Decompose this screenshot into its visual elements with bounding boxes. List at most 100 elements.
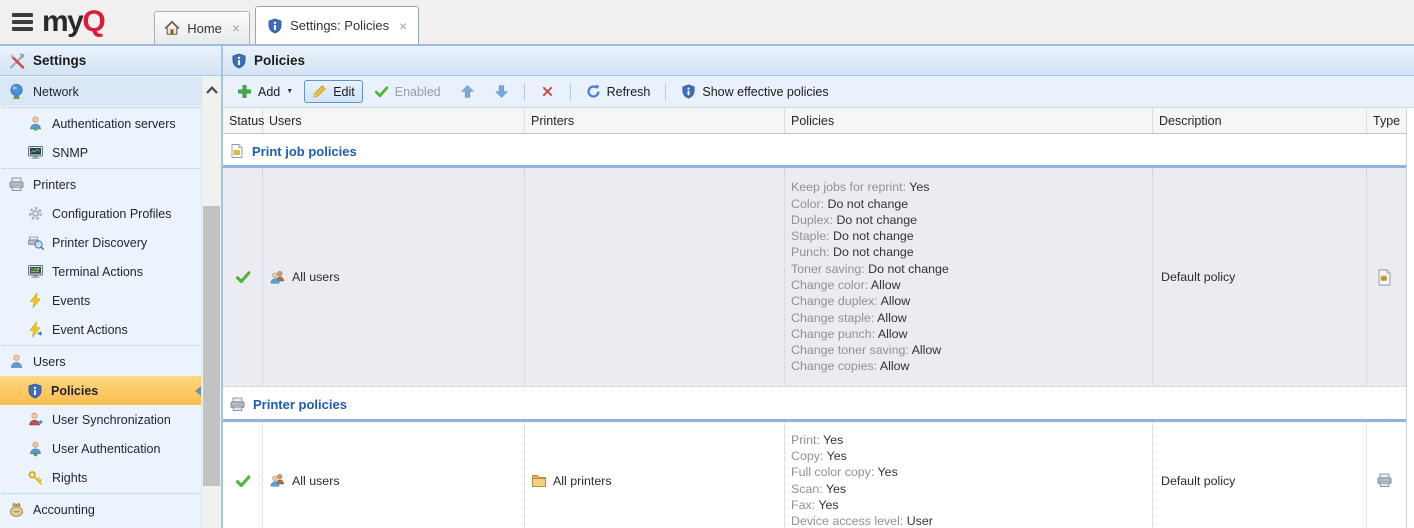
group-header-print-job-policies[interactable]: Print job policies — [223, 134, 1406, 165]
sidebar-item-printers[interactable]: Printers — [0, 170, 201, 199]
show-effective-policies-button[interactable]: Show effective policies — [673, 80, 836, 103]
users-value: All users — [292, 474, 340, 488]
sidebar-item-event-actions[interactable]: Event Actions — [0, 315, 201, 344]
policy-value: Yes — [823, 433, 843, 447]
sidebar-item-user-synchronization[interactable]: User Synchronization — [0, 405, 201, 434]
enabled-check-icon — [235, 473, 251, 489]
enabled-button[interactable]: Enabled — [366, 80, 449, 103]
policy-label: Keep jobs for reprint: — [791, 180, 906, 194]
group-header-printer-policies[interactable]: Printer policies — [223, 387, 1406, 419]
toolbar-separator — [665, 83, 666, 101]
printers-cell: All printers — [525, 422, 785, 528]
pencil-icon — [312, 84, 327, 99]
shield-icon — [267, 18, 283, 34]
edit-button[interactable]: Edit — [304, 80, 363, 103]
users-group-icon — [269, 472, 286, 489]
sidebar-item-user-authentication[interactable]: User Authentication — [0, 434, 201, 463]
add-button[interactable]: Add ▼ — [229, 80, 301, 103]
arrow-up-icon — [460, 84, 475, 99]
policy-label: Print: — [791, 433, 820, 447]
refresh-icon — [586, 84, 601, 99]
printer-search-icon — [27, 234, 44, 251]
sidebar-item-snmp[interactable]: SNMP — [0, 138, 201, 167]
sidebar-item-policies[interactable]: Policies — [0, 376, 201, 405]
gear-icon — [27, 205, 44, 222]
policy-value: User — [907, 514, 933, 528]
plus-icon — [237, 84, 252, 99]
policy-row-printer-default[interactable]: All users All printers Print: Yes Copy: … — [223, 422, 1406, 528]
policy-label: Change copies: — [791, 359, 877, 373]
sidebar-item-events[interactable]: Events — [0, 286, 201, 315]
sidebar-item-configuration-profiles[interactable]: Configuration Profiles — [0, 199, 201, 228]
key-icon — [27, 469, 44, 486]
sidebar-item-label: Events — [52, 294, 90, 308]
policies-table: Status Users Printers Policies Descripti… — [223, 108, 1407, 528]
column-header-status[interactable]: Status — [223, 108, 263, 133]
money-bag-icon — [8, 501, 25, 518]
column-header-type[interactable]: Type — [1367, 108, 1401, 133]
column-header-printers[interactable]: Printers — [525, 108, 785, 133]
panel-title: Policies — [254, 53, 305, 68]
myq-logo[interactable]: myQ — [42, 7, 104, 37]
description-value: Default policy — [1161, 270, 1235, 284]
printer-type-icon — [1376, 472, 1393, 489]
tab-home[interactable]: Home × — [154, 11, 250, 44]
tab-settings-policies[interactable]: Settings: Policies × — [255, 6, 419, 44]
topbar: myQ Home × Settings: Policies × — [0, 0, 1414, 46]
printer-icon — [229, 396, 246, 413]
sidebar-item-label: Event Actions — [52, 323, 128, 337]
home-icon — [164, 20, 180, 36]
sidebar-item-users[interactable]: Users — [0, 347, 201, 376]
sidebar-item-authentication-servers[interactable]: Authentication servers — [0, 109, 201, 138]
sidebar-scrollbar[interactable] — [201, 77, 221, 528]
printer-icon — [8, 176, 25, 193]
policy-value: Yes — [909, 180, 929, 194]
close-icon[interactable]: × — [232, 21, 240, 35]
refresh-button[interactable]: Refresh — [578, 80, 659, 103]
sidebar-item-label: SNMP — [52, 146, 88, 160]
policy-label: Full color copy: — [791, 465, 874, 479]
sidebar-separator — [2, 345, 199, 346]
column-header-users[interactable]: Users — [263, 108, 525, 133]
policy-value: Yes — [818, 498, 838, 512]
sidebar-header: Settings — [0, 46, 221, 76]
content: Settings Network Authentication servers — [0, 46, 1414, 528]
move-up-button[interactable] — [452, 80, 483, 103]
sidebar-item-network[interactable]: Network — [0, 77, 201, 106]
sidebar-item-label: Configuration Profiles — [52, 207, 172, 221]
policy-label: Change punch: — [791, 327, 875, 341]
policy-label: Change color: — [791, 278, 868, 292]
delete-button[interactable] — [532, 80, 563, 103]
sidebar-item-accounting[interactable]: Accounting — [0, 495, 201, 524]
policy-label: Staple: — [791, 229, 830, 243]
column-header-policies[interactable]: Policies — [785, 108, 1153, 133]
panel-header: Policies — [223, 46, 1414, 76]
sidebar-separator — [2, 493, 199, 494]
tab-home-label: Home — [187, 21, 222, 36]
logo-text-my: my — [42, 5, 82, 38]
sidebar-item-terminal-actions[interactable]: Terminal Actions — [0, 257, 201, 286]
menu-icon[interactable] — [12, 13, 33, 31]
monitor-icon — [27, 144, 44, 161]
column-header-description[interactable]: Description — [1153, 108, 1367, 133]
sidebar-item-printer-discovery[interactable]: Printer Discovery — [0, 228, 201, 257]
scroll-up-arrow[interactable] — [202, 77, 221, 102]
toolbar-separator — [524, 83, 525, 101]
close-icon[interactable]: × — [399, 19, 407, 33]
edit-label: Edit — [333, 85, 355, 99]
policy-row-print-job-default[interactable]: All users Keep jobs for reprint: Yes Col… — [223, 168, 1406, 387]
sidebar-item-label: Printer Discovery — [52, 236, 147, 250]
type-cell — [1367, 422, 1401, 528]
move-down-button[interactable] — [486, 80, 517, 103]
user-sync-icon — [27, 411, 44, 428]
group-label: Printer policies — [253, 397, 347, 412]
logo-text-q: Q — [82, 5, 104, 38]
policy-value: Allow — [877, 311, 907, 325]
scrollbar-thumb[interactable] — [203, 206, 220, 486]
policy-value: Yes — [827, 449, 847, 463]
tools-icon — [8, 52, 26, 70]
sidebar-item-label: Printers — [33, 178, 76, 192]
sidebar-item-rights[interactable]: Rights — [0, 463, 201, 492]
show-effective-label: Show effective policies — [702, 85, 828, 99]
sidebar-separator — [2, 168, 199, 169]
